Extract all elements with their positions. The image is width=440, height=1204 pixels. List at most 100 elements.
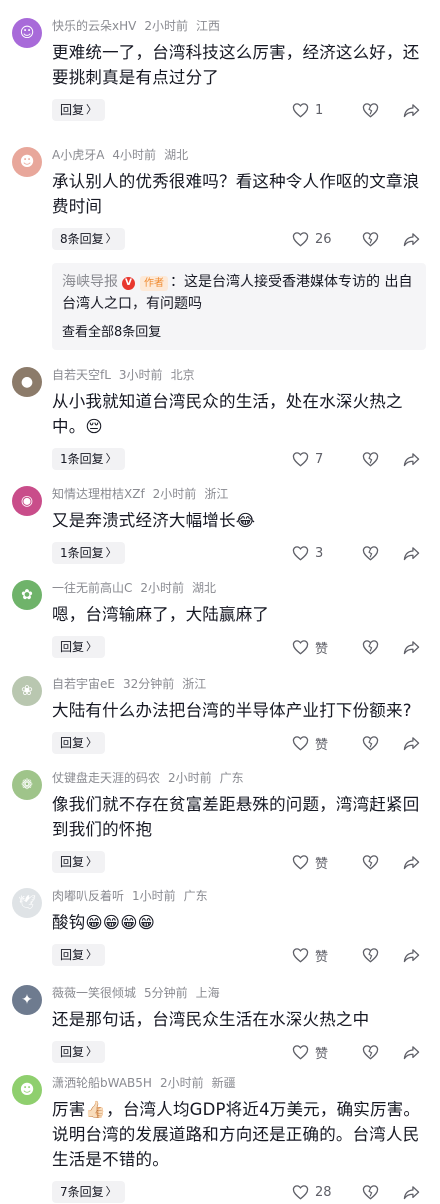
broken-heart-icon — [362, 231, 385, 247]
comment-item: ☺ 快乐的云朵xHV 2小时前 江西 更难统一了，台湾科技这么厉害，经济这么好，还要挑刺… — [0, 18, 440, 122]
dislike-button[interactable] — [362, 545, 404, 561]
username[interactable]: 仗键盘走天涯的码农 — [52, 771, 160, 785]
share-button[interactable] — [403, 546, 426, 561]
chevron-right-icon: 〉 — [105, 452, 117, 465]
like-button[interactable]: 1 — [292, 102, 362, 118]
chevron-right-icon: 〉 — [86, 736, 98, 749]
location-label: 新疆 — [211, 1076, 236, 1090]
username[interactable]: A小虎牙A — [52, 148, 104, 162]
like-button[interactable]: 赞 — [292, 853, 362, 872]
view-all-replies-link[interactable]: 查看全部8条回复 — [62, 321, 416, 340]
reply-button[interactable]: 回复〉 — [52, 1041, 106, 1063]
username[interactable]: 知情达理柑桔XZf — [52, 487, 145, 501]
like-button[interactable]: 3 — [292, 545, 362, 561]
comment-item: ❀ 自若宇宙eE 32分钟前 浙江 大陆有什么办法把台湾的半导体产业打下份额来? 回复〉 赞 — [0, 676, 440, 755]
username[interactable]: 快乐的云朵xHV — [52, 19, 136, 33]
location-label: 上海 — [195, 986, 220, 1000]
dislike-button[interactable] — [362, 1044, 404, 1060]
location-label: 广东 — [219, 771, 244, 785]
timestamp: 1小时前 — [132, 889, 176, 903]
chevron-right-icon: 〉 — [86, 948, 98, 961]
heart-icon — [292, 639, 315, 655]
like-count: 7 — [315, 451, 324, 467]
like-count: 赞 — [315, 1046, 329, 1062]
avatar[interactable]: ☻ — [12, 147, 42, 177]
reply-button-label: 回复 — [60, 948, 85, 962]
chevron-right-icon: 〉 — [105, 546, 117, 559]
share-button[interactable] — [403, 232, 426, 247]
comment-text: 嗯，台湾输麻了，大陆赢麻了 — [52, 605, 270, 624]
comment-meta: 一往无前高山C 2小时前 湖北 — [52, 580, 426, 596]
verified-badge-icon: V — [122, 277, 135, 290]
share-button[interactable] — [403, 640, 426, 655]
like-button[interactable]: 赞 — [292, 946, 362, 965]
username[interactable]: 薇薇一笑很倾城 — [52, 986, 136, 1000]
avatar[interactable]: ✿ — [12, 580, 42, 610]
avatar[interactable]: ❁ — [12, 770, 42, 800]
comment-body: 薇薇一笑很倾城 5分钟前 上海 还是那句话，台湾民众生活在水深火热之中 回复〉 赞 — [52, 985, 426, 1064]
reply-author-name[interactable]: 海峡导报 — [62, 274, 118, 290]
username[interactable]: 一往无前高山C — [52, 581, 132, 595]
avatar[interactable]: ☺ — [12, 18, 42, 48]
dislike-button[interactable] — [362, 735, 404, 751]
like-button[interactable]: 赞 — [292, 1043, 362, 1062]
username[interactable]: 潇洒轮船bWAB5H — [52, 1076, 152, 1090]
heart-icon — [292, 947, 315, 963]
like-button[interactable]: 赞 — [292, 638, 362, 657]
dislike-button[interactable] — [362, 1184, 404, 1200]
like-button[interactable]: 7 — [292, 451, 362, 467]
dislike-button[interactable] — [362, 102, 404, 118]
like-button[interactable]: 赞 — [292, 734, 362, 753]
reply-button[interactable]: 回复〉 — [52, 944, 106, 966]
location-label: 浙江 — [204, 487, 229, 501]
share-button[interactable] — [403, 103, 426, 118]
comment-meta: 潇洒轮船bWAB5H 2小时前 新疆 — [52, 1075, 426, 1091]
share-button[interactable] — [403, 736, 426, 751]
comment-body: 肉嘟叭反着听 1小时前 广东 酸钩😁😁😁😁 回复〉 赞 — [52, 888, 426, 967]
reply-button[interactable]: 回复〉 — [52, 636, 106, 658]
reply-preview-text: 海峡导报 V 作者 ：这是台湾人接受香港媒体专访的 出自台湾人之口，有问题吗 — [62, 271, 416, 315]
reply-preview[interactable]: 海峡导报 V 作者 ：这是台湾人接受香港媒体专访的 出自台湾人之口，有问题吗 查看全部8… — [52, 263, 426, 350]
dislike-button[interactable] — [362, 639, 404, 655]
share-button[interactable] — [403, 948, 426, 963]
avatar[interactable]: ☻ — [12, 1075, 42, 1105]
comment-text: 厉害👍🏻，台湾人均GDP将近4万美元，确实厉害。说明台湾的发展道路和方向还是正确… — [52, 1100, 421, 1169]
avatar[interactable]: ❀ — [12, 676, 42, 706]
dislike-button[interactable] — [362, 451, 404, 467]
reply-button[interactable]: 回复〉 — [52, 99, 106, 121]
share-icon — [403, 948, 426, 963]
avatar[interactable]: 🕊 — [12, 888, 42, 918]
comment-meta: A小虎牙A 4小时前 湖北 — [52, 147, 426, 163]
share-button[interactable] — [403, 452, 426, 467]
like-button[interactable]: 28 — [292, 1184, 362, 1200]
reply-button[interactable]: 1条回复〉 — [52, 448, 125, 470]
share-icon — [403, 452, 426, 467]
reply-button[interactable]: 1条回复〉 — [52, 542, 125, 564]
comment-text: 像我们就不存在贫富差距悬殊的问题，湾湾赶紧回到我们的怀抱 — [52, 795, 420, 839]
comment-meta: 薇薇一笑很倾城 5分钟前 上海 — [52, 985, 426, 1001]
reply-button[interactable]: 8条回复〉 — [52, 228, 125, 250]
share-icon — [403, 736, 426, 751]
username[interactable]: 自若宇宙eE — [52, 677, 115, 691]
comment-body: 知情达理柑桔XZf 2小时前 浙江 又是奔溃式经济大幅增长😂 1条回复〉 3 — [52, 486, 426, 565]
dislike-button[interactable] — [362, 947, 404, 963]
comment-item: ✿ 一往无前高山C 2小时前 湖北 嗯，台湾输麻了，大陆赢麻了 回复〉 赞 — [0, 580, 440, 659]
reply-button[interactable]: 回复〉 — [52, 851, 106, 873]
share-icon — [403, 855, 426, 870]
username[interactable]: 自若天空fL — [52, 368, 111, 382]
like-button[interactable]: 26 — [292, 231, 362, 247]
avatar[interactable]: ◉ — [12, 486, 42, 516]
avatar[interactable]: ✦ — [12, 985, 42, 1015]
dislike-button[interactable] — [362, 231, 404, 247]
username[interactable]: 肉嘟叭反着听 — [52, 889, 124, 903]
heart-icon — [292, 102, 315, 118]
share-button[interactable] — [403, 855, 426, 870]
share-button[interactable] — [403, 1045, 426, 1060]
dislike-button[interactable] — [362, 854, 404, 870]
reply-button[interactable]: 回复〉 — [52, 732, 106, 754]
comment-body: 仗键盘走天涯的码农 2小时前 广东 像我们就不存在贫富差距悬殊的问题，湾湾赶紧回到我们… — [52, 770, 426, 874]
share-button[interactable] — [403, 1185, 426, 1200]
avatar[interactable]: ● — [12, 367, 42, 397]
reply-button[interactable]: 7条回复〉 — [52, 1181, 125, 1203]
comment-item: ☻ 潇洒轮船bWAB5H 2小时前 新疆厉害👍🏻，台湾人均GDP将近4万美元，确实厉害… — [0, 1075, 440, 1204]
